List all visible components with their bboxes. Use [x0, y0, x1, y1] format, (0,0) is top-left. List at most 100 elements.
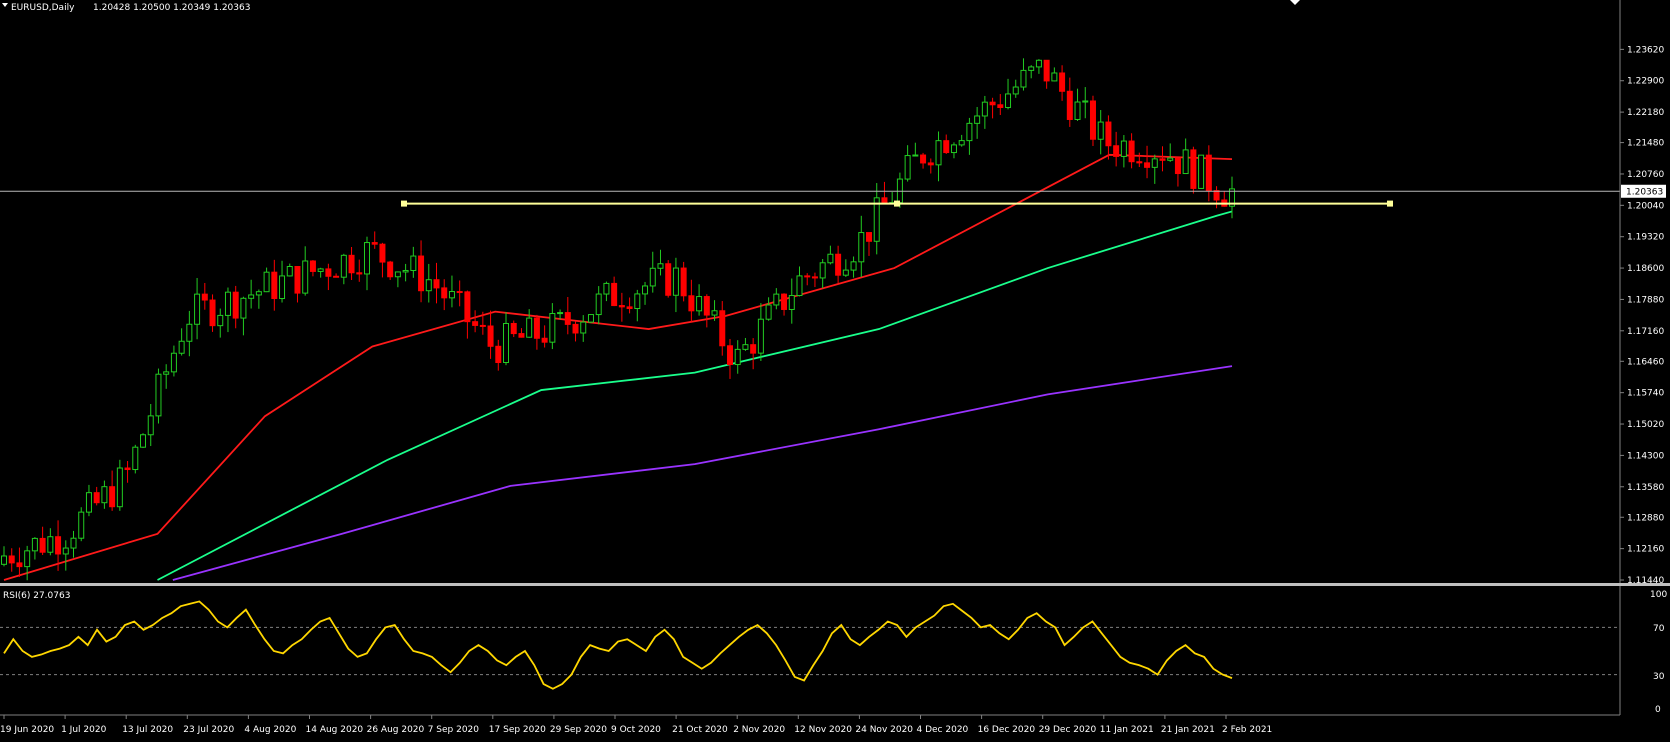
candle-body — [904, 155, 911, 180]
candle-body — [564, 312, 571, 325]
time-tick-label: 11 Jan 2021 — [1100, 725, 1154, 735]
candle-body — [835, 253, 842, 276]
candle-body — [997, 104, 1004, 108]
candle-body — [116, 467, 123, 508]
candle-body — [271, 271, 278, 300]
candle-body — [286, 266, 293, 277]
candle-body — [1082, 100, 1089, 103]
candle-body — [448, 291, 455, 299]
candle-body — [24, 550, 31, 568]
current-price-label: 1.20363 — [1626, 187, 1663, 197]
candle-body — [279, 275, 286, 300]
price-tick-label: 1.15020 — [1627, 420, 1664, 430]
price-tick-label: 1.17880 — [1627, 295, 1664, 305]
trendline-handle-mid[interactable] — [894, 200, 900, 207]
candle-body — [62, 547, 69, 555]
candle-body — [757, 318, 764, 354]
price-tick-label: 1.12160 — [1627, 545, 1664, 555]
candle-body — [101, 486, 108, 504]
candle — [1198, 154, 1205, 189]
price-tick-label: 1.23620 — [1627, 45, 1664, 55]
candle — [78, 507, 85, 542]
trendline-handle-right[interactable] — [1387, 200, 1393, 207]
candle-body — [155, 373, 162, 417]
candle — [155, 368, 162, 424]
price-tick-label: 1.19320 — [1627, 233, 1664, 243]
time-tick-label: 4 Dec 2020 — [917, 725, 969, 735]
price-tick-label: 1.22900 — [1627, 77, 1664, 87]
candle-body — [441, 287, 448, 299]
price-tick-label: 1.18600 — [1627, 264, 1664, 274]
candle-body — [263, 271, 270, 293]
candle — [1190, 146, 1197, 194]
candle-body — [943, 140, 950, 154]
candle-body — [587, 314, 594, 323]
candle-body — [1182, 149, 1189, 175]
time-tick-label: 16 Dec 2020 — [978, 725, 1036, 735]
candle — [132, 444, 139, 474]
candle-body — [688, 295, 695, 312]
candle-body — [16, 562, 23, 568]
candle-body — [989, 101, 996, 106]
candle-body — [611, 282, 618, 307]
candle-body — [140, 434, 147, 448]
candle-body — [1205, 154, 1212, 192]
candle-body — [557, 312, 564, 315]
price-tick-label: 1.12880 — [1627, 513, 1664, 523]
candle-body — [580, 321, 587, 334]
candle-body — [804, 275, 811, 278]
candle-body — [549, 313, 556, 343]
candle — [587, 314, 594, 324]
panel-separator[interactable] — [0, 583, 1670, 586]
time-tick-label: 1 Jul 2020 — [61, 725, 106, 735]
candle-body — [1113, 145, 1120, 157]
candle-body — [170, 352, 177, 373]
candle-body — [696, 296, 703, 312]
candle-body — [642, 285, 649, 295]
candle-body — [981, 101, 988, 117]
candle-body — [163, 371, 170, 375]
price-tick-label: 1.20040 — [1627, 201, 1664, 211]
candle-body — [1198, 154, 1205, 189]
candle-body — [487, 325, 494, 347]
candle-body — [1151, 158, 1158, 168]
candle-body — [178, 340, 185, 354]
chart-header: EURUSD,Daily 1.20428 1.20500 1.20349 1.2… — [2, 3, 250, 13]
candle-body — [781, 293, 788, 310]
candle-body — [240, 297, 247, 319]
time-tick-label: 4 Aug 2020 — [244, 725, 296, 735]
candle-body — [711, 310, 718, 316]
candle-body — [533, 317, 540, 339]
candle-body — [1089, 100, 1096, 140]
candle-body — [595, 293, 602, 316]
candle-body — [966, 122, 973, 142]
time-tick-label: 24 Nov 2020 — [855, 725, 913, 735]
rsi-axis-70: 70 — [1653, 624, 1665, 634]
time-tick-label: 29 Sep 2020 — [550, 725, 607, 735]
candle-body — [1, 555, 7, 565]
candle-body — [302, 260, 309, 294]
candle-body — [232, 291, 239, 319]
trendline-handle-left[interactable] — [401, 200, 407, 207]
candle-body — [773, 293, 780, 306]
candle-body — [379, 243, 386, 263]
ohlc-values: 1.20428 1.20500 1.20349 1.20363 — [93, 3, 250, 13]
candle-body — [294, 266, 301, 294]
candle-body — [950, 144, 957, 154]
candle-body — [186, 323, 193, 342]
candle-body — [657, 263, 664, 269]
candle-body — [572, 323, 579, 334]
candle-body — [726, 345, 733, 366]
candle-body — [827, 253, 834, 264]
candle-body — [958, 140, 965, 146]
candle-body — [1059, 72, 1066, 92]
candle-body — [1128, 140, 1135, 163]
candle-body — [387, 261, 394, 278]
time-tick-label: 23 Jul 2020 — [183, 725, 234, 735]
time-tick-label: 29 Dec 2020 — [1039, 725, 1097, 735]
candle-body — [1167, 157, 1174, 161]
candle-body — [85, 492, 92, 513]
candle-body — [1020, 69, 1027, 88]
time-tick-label: 2 Feb 2021 — [1222, 725, 1272, 735]
candle-body — [78, 511, 85, 539]
